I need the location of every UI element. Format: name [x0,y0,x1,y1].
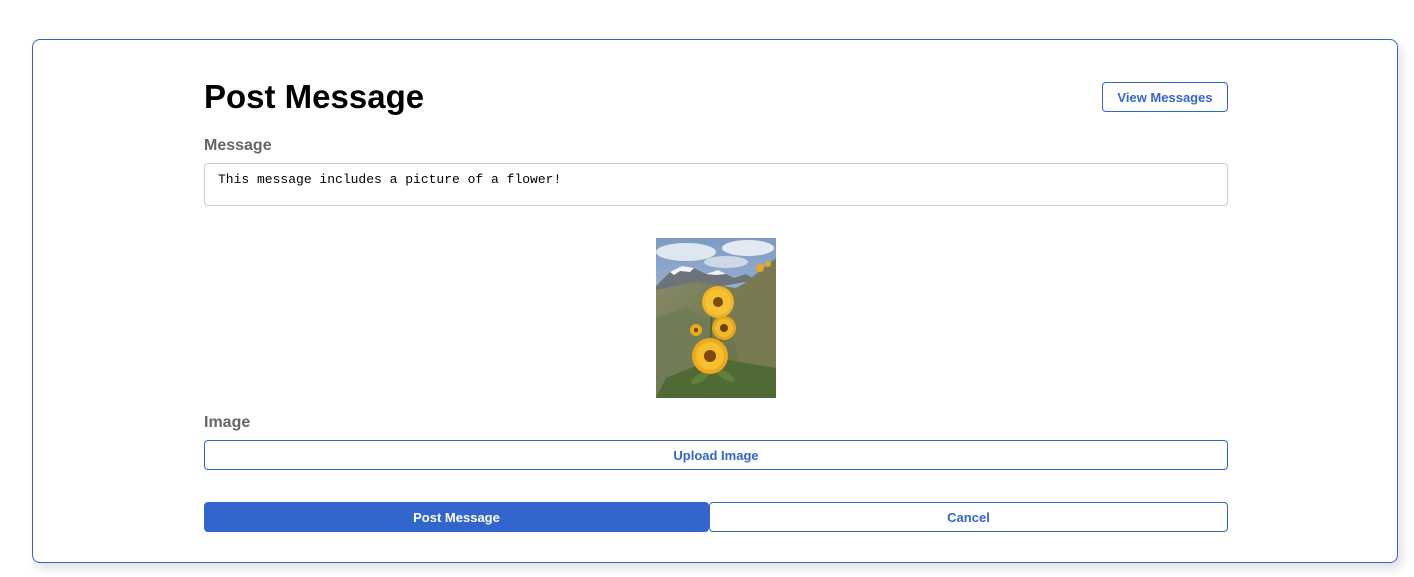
post-message-card: Post Message View Messages Message This … [32,39,1398,563]
image-preview [656,238,776,398]
message-label: Message [204,137,272,154]
image-label: Image [204,414,251,431]
message-input[interactable]: This message includes a picture of a flo… [204,163,1228,206]
post-message-button[interactable]: Post Message [204,502,709,532]
flower-photo [656,238,776,398]
form-container: Post Message View Messages Message This … [204,40,1228,562]
cancel-button[interactable]: Cancel [709,502,1228,532]
view-messages-button[interactable]: View Messages [1102,82,1228,112]
page-title: Post Message [204,78,425,115]
upload-image-button[interactable]: Upload Image [204,440,1228,470]
